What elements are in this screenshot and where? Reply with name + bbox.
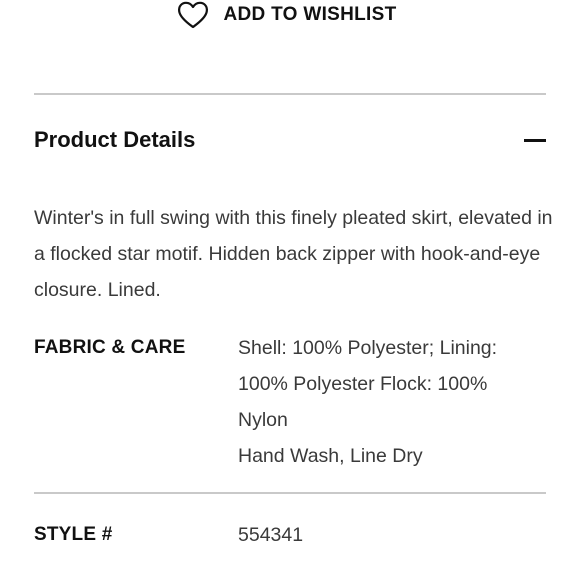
divider [34, 492, 546, 494]
product-description: Winter's in full swing with this finely … [34, 207, 553, 301]
fabric-care-label: FABRIC & CARE [34, 337, 186, 358]
divider [34, 93, 546, 95]
heart-icon [177, 1, 209, 29]
care-instructions: Hand Wash, Line Dry [238, 445, 423, 467]
fabric-care-row: FABRIC & CARE Shell: 100% Polyester; Lin… [34, 330, 546, 474]
section-title: Product Details [34, 127, 196, 152]
product-details-header[interactable]: Product Details [34, 120, 546, 160]
style-number-value: 554341 [238, 524, 304, 546]
style-number-label: STYLE # [34, 524, 113, 545]
style-number-row: STYLE # 554341 [34, 517, 546, 553]
wishlist-label: ADD TO WISHLIST [223, 4, 397, 25]
fabric-composition: Shell: 100% Polyester; Lining: 100% Poly… [238, 337, 498, 431]
minus-icon[interactable] [524, 129, 546, 151]
add-to-wishlist-button[interactable]: ADD TO WISHLIST [0, 0, 580, 30]
fabric-care-value: Shell: 100% Polyester; Lining: 100% Poly… [238, 330, 538, 474]
